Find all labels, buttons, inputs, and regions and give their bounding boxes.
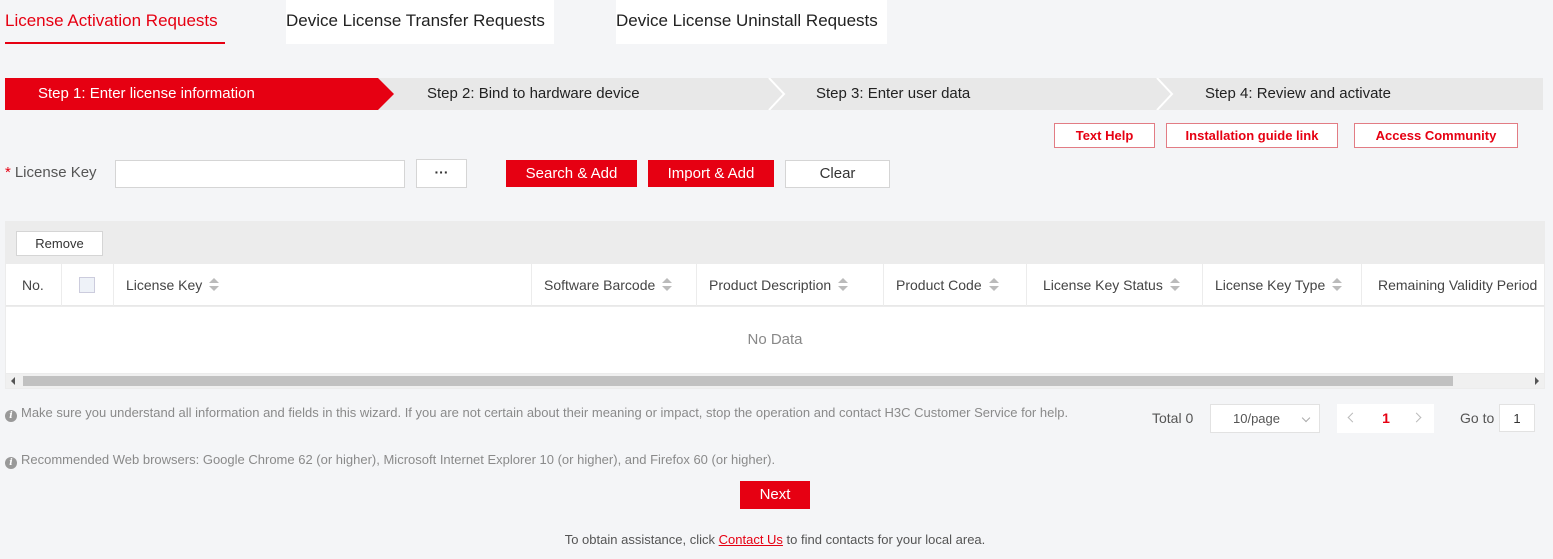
license-key-input[interactable] xyxy=(115,160,405,188)
column-label: License Key Type xyxy=(1215,277,1326,293)
license-key-label: * License Key xyxy=(5,164,97,181)
note-text: Make sure you understand all information… xyxy=(21,405,1069,420)
tab-license-activation[interactable]: License Activation Requests xyxy=(5,0,225,44)
wizard-info-note: i Make sure you understand all informatio… xyxy=(5,404,1135,422)
tab-device-license-transfer[interactable]: Device License Transfer Requests xyxy=(286,0,554,44)
no-data-text: No Data xyxy=(747,331,803,348)
column-header-license-key-status[interactable]: License Key Status xyxy=(1027,264,1203,306)
total-count: Total 0 xyxy=(1152,410,1194,426)
required-mark: * xyxy=(5,164,11,181)
column-header-remaining-validity[interactable]: Remaining Validity Period xyxy=(1362,264,1544,306)
column-header-product-code[interactable]: Product Code xyxy=(884,264,1027,306)
column-header-no: No. xyxy=(6,264,62,306)
page-size-select[interactable]: 10/page xyxy=(1210,404,1320,433)
select-all-checkbox[interactable] xyxy=(79,277,95,293)
page-number-current[interactable]: 1 xyxy=(1379,410,1393,426)
remove-button[interactable]: Remove xyxy=(16,231,103,256)
column-label: Remaining Validity Period xyxy=(1378,277,1538,293)
search-add-button[interactable]: Search & Add xyxy=(506,160,637,187)
installation-guide-button[interactable]: Installation guide link xyxy=(1166,123,1338,148)
footer-suffix: to find contacts for your local area. xyxy=(782,532,986,547)
sort-icon[interactable] xyxy=(988,278,999,292)
column-label: Product Description xyxy=(709,277,832,293)
sort-icon[interactable] xyxy=(209,278,220,292)
goto-page-input[interactable] xyxy=(1499,404,1535,432)
contact-us-link[interactable]: Contact Us xyxy=(719,532,783,547)
step-separator-chevron xyxy=(768,78,786,110)
table-header: No. License Key Software Barcode Product… xyxy=(6,264,1544,306)
browser-info-note: i Recommended Web browsers: Google Chrome… xyxy=(5,451,1135,469)
column-label: Software Barcode xyxy=(544,277,656,293)
browse-more-button[interactable]: ··· xyxy=(416,159,467,188)
wizard-steps: Step 1: Enter license information Step 2… xyxy=(5,78,1543,110)
sort-icon[interactable] xyxy=(1169,278,1180,292)
step-4-review-activate: Step 4: Review and activate xyxy=(1205,85,1391,102)
goto-label: Go to xyxy=(1460,410,1495,426)
license-key-label-text: License Key xyxy=(14,164,97,181)
page-size-value: 10/page xyxy=(1233,411,1280,426)
text-help-button[interactable]: Text Help xyxy=(1054,123,1155,148)
scroll-left-icon[interactable] xyxy=(11,377,15,385)
scroll-right-icon[interactable] xyxy=(1535,377,1539,385)
chevron-right-icon[interactable] xyxy=(1411,412,1422,423)
horizontal-scrollbar[interactable] xyxy=(6,374,1544,388)
info-icon: i xyxy=(5,410,17,422)
next-button[interactable]: Next xyxy=(740,481,810,509)
column-header-license-key-type[interactable]: License Key Type xyxy=(1203,264,1362,306)
note-text: Recommended Web browsers: Google Chrome … xyxy=(21,452,776,467)
chevron-down-icon xyxy=(1301,413,1311,423)
step-3-enter-user-data: Step 3: Enter user data xyxy=(816,85,971,102)
column-header-software-barcode[interactable]: Software Barcode xyxy=(532,264,697,306)
column-label: Product Code xyxy=(896,277,982,293)
sort-icon[interactable] xyxy=(838,278,849,292)
import-add-button[interactable]: Import & Add xyxy=(648,160,774,187)
footer-assistance: To obtain assistance, click Contact Us t… xyxy=(0,532,1550,547)
column-label: License Key Status xyxy=(1043,277,1163,293)
column-label: No. xyxy=(22,277,44,293)
chevron-left-icon[interactable] xyxy=(1347,412,1358,423)
request-type-tabs: License Activation Requests Device Licen… xyxy=(0,0,1553,44)
tab-device-license-uninstall[interactable]: Device License Uninstall Requests xyxy=(616,0,887,44)
clear-button[interactable]: Clear xyxy=(785,160,890,188)
column-header-product-description[interactable]: Product Description xyxy=(697,264,884,306)
column-header-select xyxy=(62,264,114,306)
step-1-arrow xyxy=(378,78,394,110)
step-1-enter-license: Step 1: Enter license information xyxy=(5,78,378,110)
column-header-license-key[interactable]: License Key xyxy=(114,264,532,306)
pager: 1 xyxy=(1337,404,1434,433)
step-separator-chevron xyxy=(1156,78,1174,110)
step-2-bind-hardware: Step 2: Bind to hardware device xyxy=(427,85,640,102)
column-label: License Key xyxy=(126,277,203,293)
table-body: No Data xyxy=(6,307,1544,373)
info-icon: i xyxy=(5,457,17,469)
sort-icon[interactable] xyxy=(662,278,673,292)
sort-icon[interactable] xyxy=(1332,278,1343,292)
scrollbar-thumb[interactable] xyxy=(23,376,1453,386)
access-community-button[interactable]: Access Community xyxy=(1354,123,1518,148)
license-table: Remove No. License Key Software Barcode … xyxy=(5,221,1545,389)
footer-prefix: To obtain assistance, click xyxy=(564,532,719,547)
